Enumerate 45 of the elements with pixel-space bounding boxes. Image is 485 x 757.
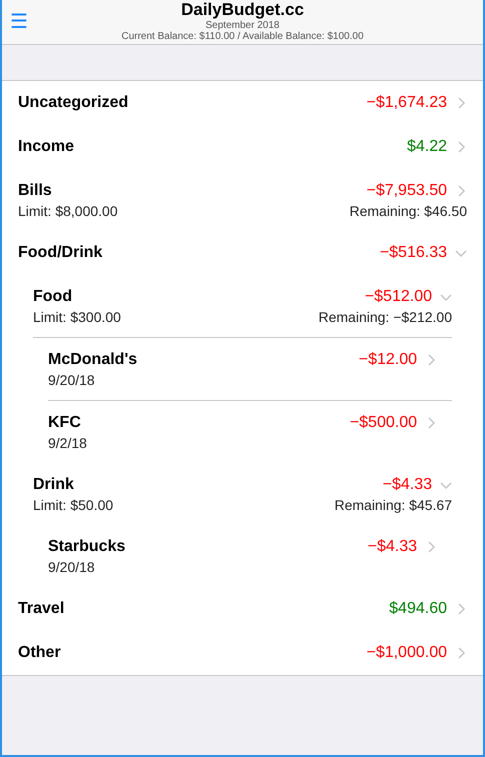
category-name: Food/Drink [18,243,104,263]
category-name: Other [18,643,62,663]
category-name: Drink [33,475,75,495]
category-name: Income [18,137,76,157]
category-row[interactable]: McDonald's −$12.00 9/20/18 [48,338,452,401]
category-row[interactable]: KFC −$500.00 9/2/18 [48,401,452,463]
category-name: Travel [18,599,66,619]
app-title: DailyBudget.cc [181,0,304,20]
remaining-text: Remaining: $45.67 [334,497,452,514]
limit-text: Limit: $50.00 [33,497,114,514]
category-amount: −$4.33 [368,537,417,557]
category-row[interactable]: Other −$1,000.00 [18,631,467,675]
category-amount: −$4.33 [382,475,432,495]
limit-text: Limit: $300.00 [33,309,121,326]
category-row[interactable]: Food −$512.00 Limit: $300.00 Remaining: −$212.00 [33,275,452,338]
category-amount: −$7,953.50 [366,181,447,201]
limit-text: Limit: $8,000.00 [18,203,118,220]
category-amount: −$12.00 [358,350,417,370]
category-row[interactable]: Travel $494.60 [18,587,467,631]
category-row[interactable]: Drink −$4.33 Limit: $50.00 Remaining: $45.67 [33,463,452,525]
category-name: KFC [48,413,82,433]
category-amount: −$516.33 [380,243,447,263]
date-text: 9/20/18 [48,559,95,576]
category-name: McDonald's [48,350,138,370]
category-row[interactable]: Food/Drink −$516.33 [18,231,467,275]
category-amount: −$512.00 [364,287,432,307]
remaining-text: Remaining: $46.50 [349,203,467,220]
category-row[interactable]: Income $4.22 [18,125,467,169]
category-row[interactable]: Starbucks −$4.33 9/20/18 [48,525,452,587]
category-amount: $4.22 [406,137,447,157]
category-name: Starbucks [48,537,126,557]
category-name: Bills [18,181,53,201]
category-name: Uncategorized [18,93,130,113]
category-row[interactable]: Bills −$7,953.50 Limit: $8,000.00 Remaining: $46.50 [18,169,467,231]
remaining-text: Remaining: −$212.00 [318,309,452,326]
category-amount: −$500.00 [350,413,417,433]
date-text: 9/2/18 [48,435,87,452]
category-name: Food [33,287,74,307]
balance-text: Current Balance: $110.00 / Available Balance: $100.00 [121,31,364,42]
category-amount: −$1,000.00 [366,643,447,663]
month-text: September 2018 [206,20,280,31]
category-amount: $494.60 [389,599,447,619]
category-amount: −$1,674.23 [366,93,447,113]
date-text: 9/20/18 [48,372,95,389]
category-row[interactable]: Uncategorized −$1,674.23 [18,81,467,125]
